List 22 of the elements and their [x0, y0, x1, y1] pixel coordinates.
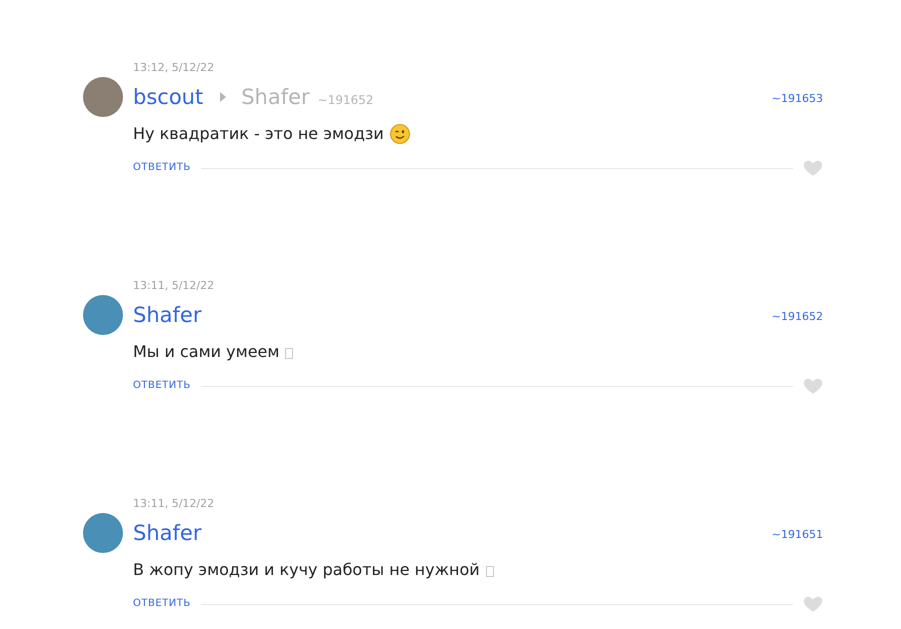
- comment-number[interactable]: ~191651: [772, 526, 823, 544]
- author-name[interactable]: Shafer: [133, 304, 202, 326]
- comment-timestamp: 13:11, 5/12/22: [132, 497, 216, 511]
- author-name[interactable]: Shafer: [133, 522, 202, 544]
- reply-link[interactable]: ОТВЕТИТЬ: [133, 163, 191, 173]
- reply-link[interactable]: ОТВЕТИТЬ: [133, 381, 191, 391]
- comment-text: Мы и сами умеем: [133, 341, 280, 363]
- reply-link[interactable]: ОТВЕТИТЬ: [133, 599, 191, 609]
- comment-number[interactable]: ~191652: [772, 308, 823, 326]
- avatar[interactable]: [83, 77, 123, 117]
- comment-timestamp: 13:11, 5/12/22: [132, 279, 216, 293]
- missing-glyph-icon: [486, 566, 494, 577]
- comment-text: Ну квадратик - это не эмодзи: [133, 123, 384, 145]
- comment-number[interactable]: ~191653: [772, 90, 823, 108]
- author-name[interactable]: bscout: [133, 86, 204, 108]
- comment-timestamp: 13:12, 5/12/22: [132, 61, 216, 75]
- missing-glyph-icon: [285, 348, 294, 359]
- avatar[interactable]: [83, 295, 123, 335]
- comment-text: В жопу эмодзи и кучу работы не нужной: [133, 559, 480, 581]
- avatar[interactable]: [83, 513, 123, 553]
- caret-icon: [219, 91, 228, 103]
- winking-face-icon: [390, 124, 410, 144]
